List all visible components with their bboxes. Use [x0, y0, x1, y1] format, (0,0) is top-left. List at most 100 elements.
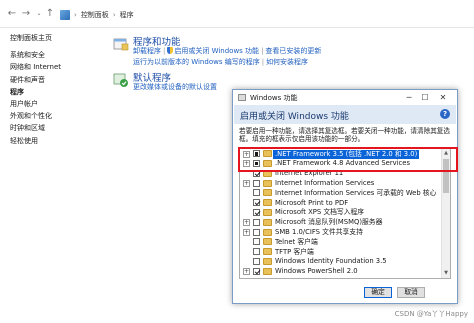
watermark: CSDN @Ya丫丫Happy — [394, 310, 468, 318]
nav-hardware-sound[interactable]: 硬件和声音 — [10, 74, 100, 86]
feature-label: Windows PowerShell 2.0 — [275, 267, 358, 276]
feature-checkbox[interactable] — [253, 267, 260, 275]
expand-plus-icon[interactable]: + — [243, 160, 250, 168]
dialog-heading: 启用或关闭 Windows 功能 — [240, 112, 349, 122]
vertical-scrollbar[interactable]: ▲ ▼ — [441, 148, 450, 278]
windows-features-icon — [238, 94, 246, 101]
feature-checkbox[interactable] — [253, 150, 260, 158]
feature-checkbox[interactable] — [253, 228, 260, 236]
default-programs-links: 更改媒体或设备的默认设置 — [133, 82, 217, 93]
scrollbar-thumb[interactable] — [443, 159, 449, 193]
nav-user-accounts[interactable]: 用户帐户 — [10, 98, 100, 110]
feature-label: TFTP 客户端 — [275, 247, 314, 256]
feature-label: Internet Information Services 可承载的 Web 核… — [275, 188, 437, 197]
feature-checkbox[interactable] — [253, 169, 260, 177]
feature-label: Microsoft 消息队列(MSMQ)服务器 — [275, 218, 383, 227]
feature-row[interactable]: Microsoft Print to PDF — [240, 198, 442, 208]
feature-label: Microsoft XPS 文档写入程序 — [275, 208, 365, 217]
feature-checkbox[interactable] — [253, 199, 260, 207]
feature-label: Microsoft Print to PDF — [275, 198, 349, 207]
feature-label: Internet Information Services — [275, 178, 375, 187]
feature-checkbox[interactable] — [253, 208, 260, 216]
dialog-titlebar[interactable]: Windows 功能 ─ ☐ ✕ — [233, 90, 457, 105]
breadcrumb-control-panel[interactable]: 控制面板 — [81, 10, 109, 20]
maximize-icon[interactable]: ☐ — [419, 92, 431, 103]
feature-checkbox[interactable] — [253, 189, 260, 197]
ok-button[interactable]: 确定 — [364, 287, 392, 298]
uninstall-program-link[interactable]: 卸载程序 — [133, 47, 161, 55]
run-older-programs-link[interactable]: 运行为以前版本的 Windows 编写的程序 — [133, 58, 260, 66]
feature-checkbox[interactable] — [253, 159, 260, 167]
feature-row[interactable]: TFTP 客户端 — [240, 247, 442, 257]
feature-checkbox[interactable] — [253, 257, 260, 265]
up-arrow-icon[interactable]: ↑ — [44, 8, 56, 20]
default-programs-icon — [113, 73, 128, 87]
feature-row[interactable]: + Internet Information Services — [240, 178, 442, 188]
breadcrumb-programs[interactable]: 程序 — [120, 10, 134, 20]
back-arrow-icon[interactable]: ← — [6, 8, 18, 20]
change-media-defaults-link[interactable]: 更改媒体或设备的默认设置 — [133, 83, 217, 91]
nav-clock-region[interactable]: 时钟和区域 — [10, 122, 100, 134]
dialog-description: 若要启用一种功能，请选择其复选框。若要关闭一种功能，请清除其复选框。填充的框表示… — [239, 127, 450, 144]
feature-row[interactable]: + Microsoft 消息队列(MSMQ)服务器 — [240, 218, 442, 228]
windows-features-dialog: Windows 功能 ─ ☐ ✕ 启用或关闭 Windows 功能 ? 若要启用… — [232, 89, 458, 304]
feature-label: Internet Explorer 11 — [275, 169, 344, 178]
cancel-button[interactable]: 取消 — [397, 287, 425, 298]
feature-row[interactable]: Telnet 客户端 — [240, 237, 442, 247]
feature-checkbox[interactable] — [253, 218, 260, 226]
close-icon[interactable]: ✕ — [437, 92, 449, 103]
expand-plus-icon[interactable]: + — [243, 228, 250, 236]
feature-row[interactable]: Internet Explorer 11 — [240, 169, 442, 179]
feature-label: .NET Framework 4.8 Advanced Services — [275, 159, 411, 168]
folder-icon — [263, 159, 272, 167]
feature-row[interactable]: Windows Identity Foundation 3.5 — [240, 257, 442, 267]
control-panel-icon — [60, 10, 70, 20]
scroll-up-icon[interactable]: ▲ — [442, 149, 450, 157]
forward-arrow-icon[interactable]: → — [20, 8, 32, 20]
folder-icon — [263, 199, 272, 207]
feature-checkbox[interactable] — [253, 238, 260, 246]
feature-row[interactable]: Internet Information Services 可承载的 Web 核… — [240, 188, 442, 198]
folder-icon — [263, 189, 272, 197]
folder-icon — [263, 169, 272, 177]
folder-icon — [263, 218, 272, 226]
expand-plus-icon[interactable]: + — [243, 150, 250, 158]
breadcrumb-separator: › — [74, 11, 77, 19]
folder-icon — [263, 238, 272, 246]
expand-plus-icon[interactable]: + — [243, 268, 250, 276]
control-panel-header: ← → ⌄ ↑ › 控制面板 › 程序 — [0, 0, 474, 28]
help-icon[interactable]: ? — [440, 109, 450, 119]
expand-plus-icon[interactable]: + — [243, 219, 250, 227]
nav-ease-of-access[interactable]: 轻松使用 — [10, 135, 100, 147]
feature-label: Telnet 客户端 — [275, 237, 318, 246]
nav-appearance[interactable]: 外观和个性化 — [10, 110, 100, 122]
feature-row[interactable]: Microsoft XPS 文档写入程序 — [240, 208, 442, 218]
scroll-down-icon[interactable]: ▼ — [442, 269, 450, 277]
feature-row[interactable]: + Windows PowerShell 2.0 — [240, 267, 442, 277]
feature-label: SMB 1.0/CIFS 文件共享支持 — [275, 227, 363, 236]
breadcrumb-separator: › — [112, 11, 116, 19]
dialog-header: 启用或关闭 Windows 功能 ? — [234, 105, 456, 124]
nav-control-panel-home[interactable]: 控制面板主页 — [10, 32, 100, 44]
left-navigation: 控制面板主页 系统和安全 网络和 Internet 硬件和声音 程序 用户帐户 … — [10, 32, 100, 147]
folder-icon — [263, 267, 272, 275]
feature-label: .NET Framework 3.5 (包括 .NET 2.0 和 3.0) — [273, 149, 420, 159]
expand-plus-icon[interactable]: + — [243, 179, 250, 187]
breadcrumb: › 控制面板 › 程序 — [60, 9, 134, 21]
folder-icon — [263, 208, 272, 216]
nav-programs[interactable]: 程序 — [10, 86, 100, 98]
nav-network-internet[interactable]: 网络和 Internet — [10, 61, 100, 73]
nav-system-security[interactable]: 系统和安全 — [10, 49, 100, 61]
view-updates-link[interactable]: 查看已安装的更新 — [265, 47, 321, 55]
minimize-icon[interactable]: ─ — [403, 92, 415, 103]
feature-row[interactable]: + .NET Framework 4.8 Advanced Services — [240, 159, 442, 169]
feature-checkbox[interactable] — [253, 179, 260, 187]
feature-row[interactable]: + SMB 1.0/CIFS 文件共享支持 — [240, 227, 442, 237]
turn-windows-features-link[interactable]: 启用或关闭 Windows 功能 — [174, 47, 259, 55]
programs-features-links-row2: 运行为以前版本的 Windows 编写的程序 | 如何安装程序 — [133, 58, 309, 66]
features-tree[interactable]: + .NET Framework 3.5 (包括 .NET 2.0 和 3.0) +… — [239, 147, 451, 279]
how-to-install-link[interactable]: 如何安装程序 — [266, 58, 308, 66]
feature-row[interactable]: + .NET Framework 3.5 (包括 .NET 2.0 和 3.0) — [240, 149, 442, 159]
programs-icon — [113, 38, 129, 51]
feature-checkbox[interactable] — [253, 248, 260, 256]
